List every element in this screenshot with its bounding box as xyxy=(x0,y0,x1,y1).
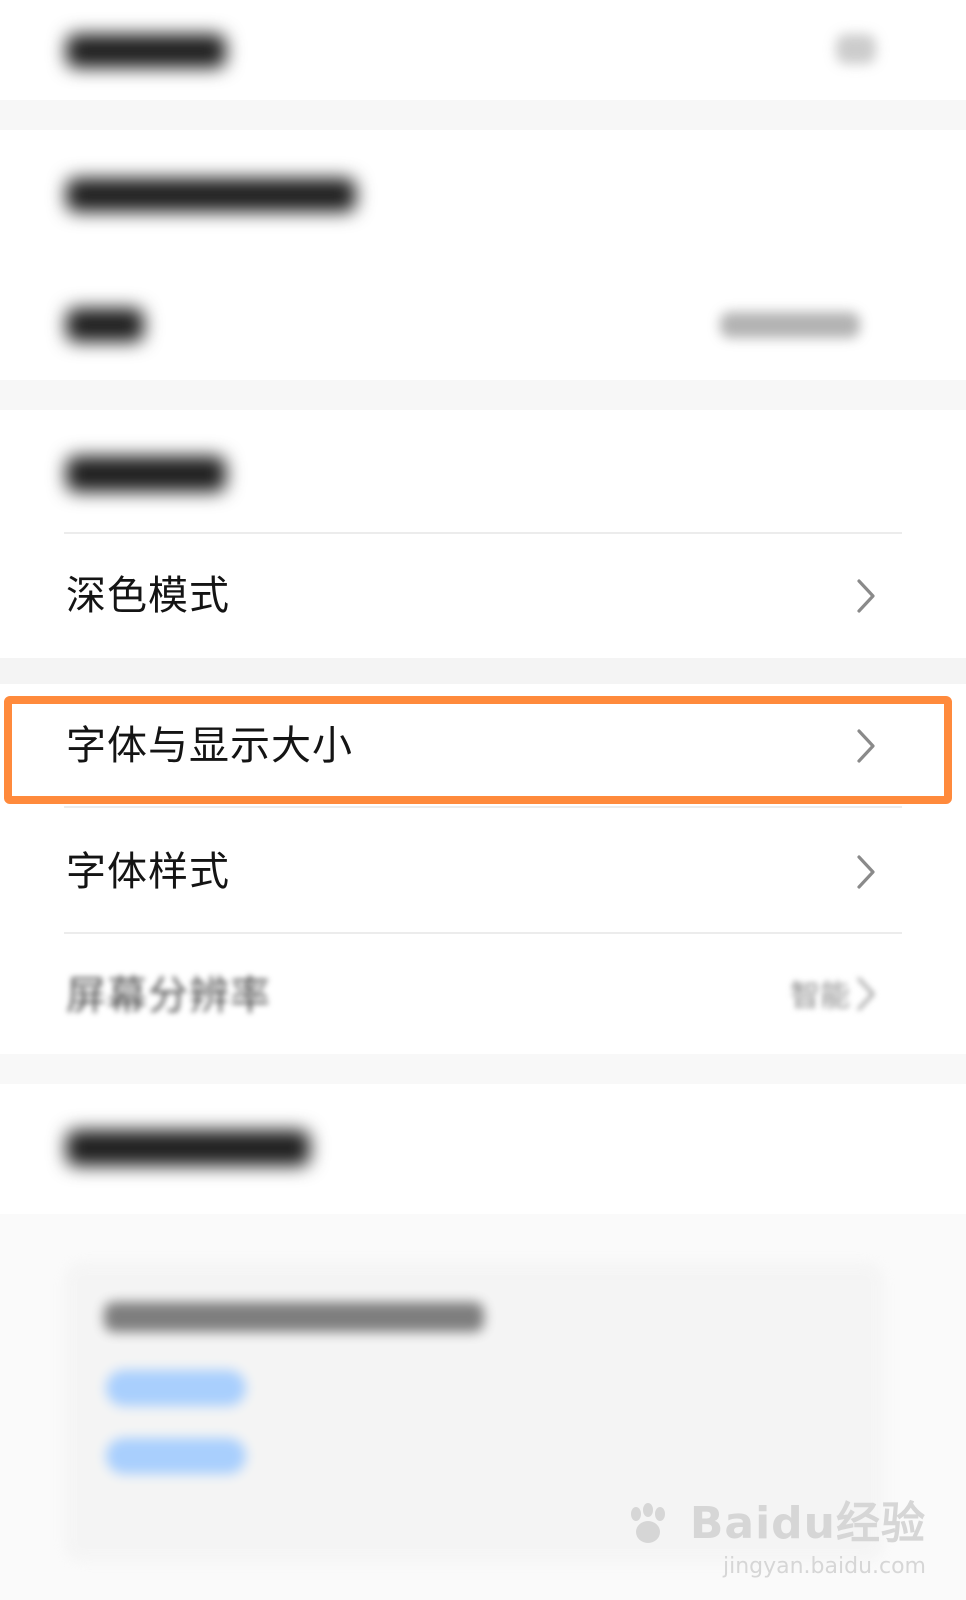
blurred-setting-row-5[interactable] xyxy=(0,1084,966,1214)
blurred-setting-row-2[interactable] xyxy=(0,130,966,260)
blurred-link[interactable] xyxy=(106,1438,246,1474)
blurred-label xyxy=(66,456,226,492)
chevron-right-icon xyxy=(852,578,880,614)
setting-label: 屏幕分辨率 xyxy=(66,973,271,1019)
section-gap xyxy=(0,1054,966,1084)
blurred-setting-row-4[interactable] xyxy=(0,410,966,532)
setting-label: 字体样式 xyxy=(66,849,230,895)
setting-row-dark-mode[interactable]: 深色模式 xyxy=(0,534,966,658)
blurred-link[interactable] xyxy=(106,1370,246,1406)
section-gap xyxy=(0,658,966,684)
baidu-jingyan-watermark: Baidu经验 jingyan.baidu.com xyxy=(622,1501,926,1580)
blurred-label xyxy=(66,308,144,342)
orange-highlight-box xyxy=(4,696,952,804)
section-gap xyxy=(0,100,966,130)
blurred-value xyxy=(720,312,860,338)
setting-row-font-style[interactable]: 字体样式 xyxy=(0,808,966,932)
chevron-right-icon xyxy=(836,34,876,64)
chevron-right-icon xyxy=(852,854,880,890)
blurred-label xyxy=(66,34,226,68)
setting-value: 智能 xyxy=(790,979,850,1014)
paw-icon xyxy=(622,1502,674,1554)
blurred-label xyxy=(66,178,356,212)
setting-label: 深色模式 xyxy=(66,573,230,619)
blurred-card-text xyxy=(104,1302,484,1332)
watermark-brand: Baidu经验 xyxy=(689,1497,926,1549)
blurred-setting-row-3[interactable] xyxy=(0,260,966,380)
watermark-url: jingyan.baidu.com xyxy=(722,1553,926,1579)
chevron-right-icon xyxy=(852,976,880,1012)
setting-row-screen-resolution[interactable]: 屏幕分辨率 智能 xyxy=(0,934,966,1054)
blurred-setting-row-1[interactable] xyxy=(0,0,966,100)
blurred-label xyxy=(66,1130,310,1166)
section-gap xyxy=(0,380,966,410)
